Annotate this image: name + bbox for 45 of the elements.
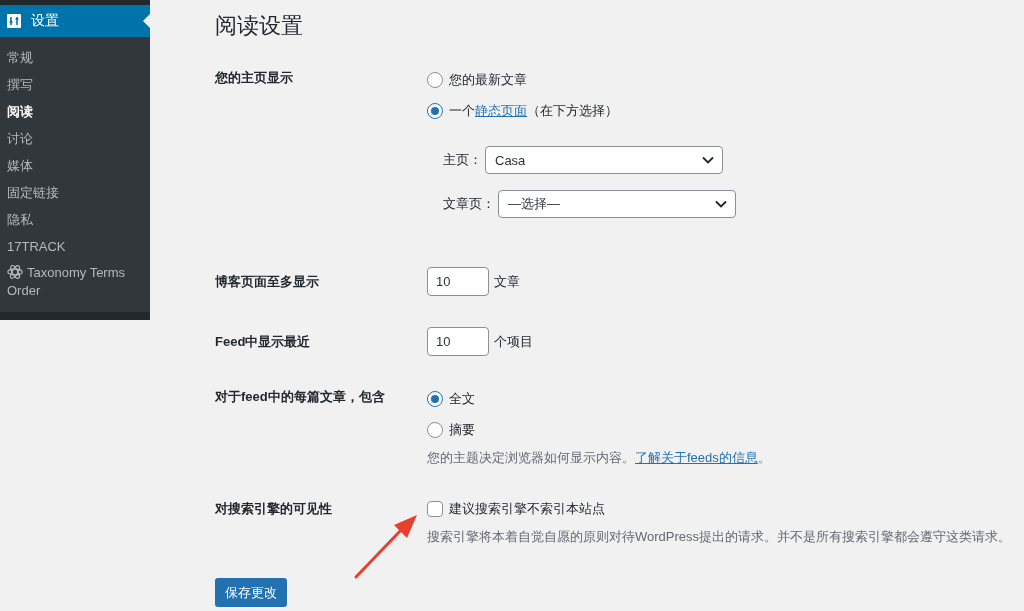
submenu-item[interactable]: 固定链接 (0, 179, 150, 206)
atom-icon (7, 264, 23, 280)
select-label: 主页： (443, 151, 482, 169)
submenu-item[interactable]: 阅读 (0, 98, 150, 125)
setting-label: 对于feed中的每篇文章，包含 (215, 388, 386, 406)
chevron-down-icon (715, 200, 727, 208)
submenu-item[interactable]: Taxonomy Terms Order (0, 260, 150, 304)
submenu-item[interactable]: 撰写 (0, 71, 150, 98)
page-title: 阅读设置 (215, 12, 304, 40)
page-select[interactable]: Casa (485, 146, 723, 174)
page-select[interactable]: —选择— (498, 190, 736, 218)
setting-label: 您的主页显示 (215, 69, 294, 87)
submenu-item[interactable]: 隐私 (0, 206, 150, 233)
radio-label: 一个静态页面（在下方选择） (449, 102, 618, 120)
save-button[interactable]: 保存更改 (215, 578, 287, 607)
static-page-link[interactable]: 静态页面 (475, 103, 527, 118)
radio-button[interactable] (427, 103, 443, 119)
submenu-item[interactable]: 媒体 (0, 152, 150, 179)
settings-icon (7, 14, 21, 28)
radio-button[interactable] (427, 72, 443, 88)
setting-label: Feed中显示最近 (215, 333, 312, 351)
radio-button[interactable] (427, 391, 443, 407)
select-label: 文章页： (443, 195, 495, 213)
checkbox[interactable] (427, 501, 443, 517)
chevron-down-icon (702, 156, 714, 164)
menu-item[interactable]: 设置 (0, 5, 150, 37)
submenu-item[interactable]: 17TRACK (0, 233, 150, 260)
pointer-triangle-icon (143, 14, 150, 28)
submenu-item[interactable]: 讨论 (0, 125, 150, 152)
radio-label: 摘要 (449, 421, 475, 439)
description-text: 搜索引擎将本着自觉自愿的原则对待WordPress提出的请求。并不是所有搜索引擎都会遵守这类请求。 (427, 528, 1013, 546)
radio-label: 您的最新文章 (449, 71, 527, 89)
checkbox-label: 建议搜索引擎不索引本站点 (449, 500, 605, 518)
radio-label: 全文 (449, 390, 475, 408)
number-input[interactable]: 10 (427, 267, 489, 296)
description-text: 您的主题决定浏览器如何显示内容。了解关于feeds的信息。 (427, 449, 772, 467)
arrow-icon (353, 514, 419, 580)
unit-label: 文章 (494, 272, 520, 291)
setting-label: 对搜索引擎的可见性 (215, 500, 333, 518)
radio-button[interactable] (427, 422, 443, 438)
submenu-item[interactable]: 常规 (0, 44, 150, 71)
feeds-info-link[interactable]: 了解关于feeds的信息 (635, 450, 758, 465)
number-input[interactable]: 10 (427, 327, 489, 356)
unit-label: 个项目 (494, 332, 533, 351)
setting-label: 博客页面至多显示 (215, 273, 320, 291)
